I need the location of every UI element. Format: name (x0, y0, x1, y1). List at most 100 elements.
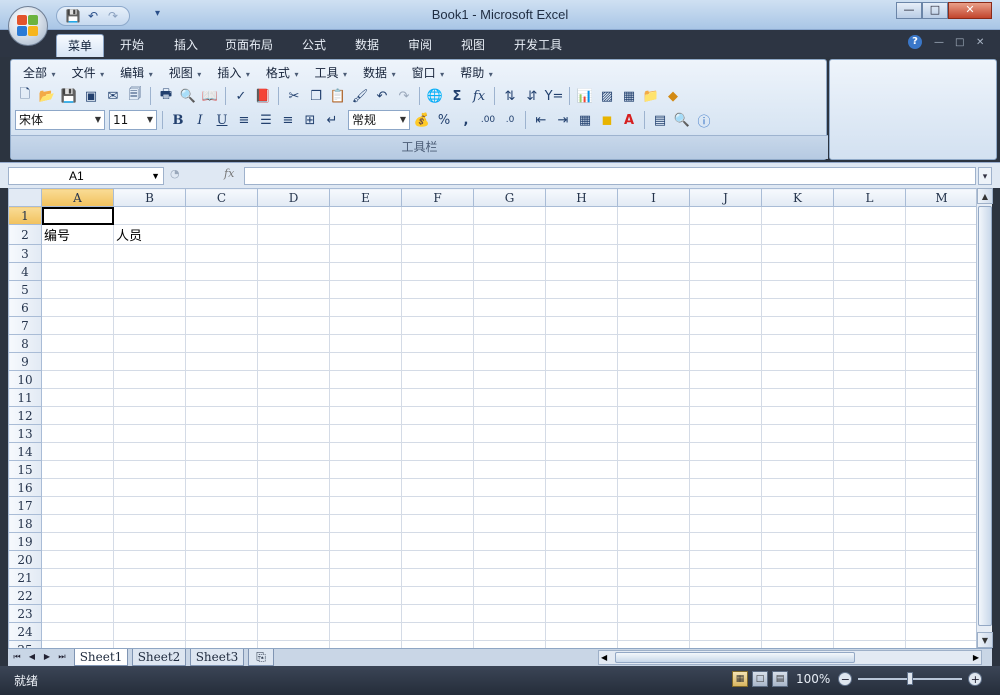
open-folder-icon[interactable]: 📂 (37, 86, 57, 106)
sort-ascending-icon[interactable]: ⇅ (500, 86, 520, 106)
cell-m14[interactable] (905, 442, 976, 461)
cell-d12[interactable] (257, 406, 330, 425)
cell-l13[interactable] (833, 424, 906, 443)
cell-a19[interactable] (41, 532, 114, 551)
cell-l2[interactable] (833, 224, 906, 245)
prev-sheet-icon[interactable]: ◀ (25, 650, 39, 664)
cell-c10[interactable] (185, 370, 258, 389)
row-header-12[interactable]: 12 (8, 406, 42, 425)
cell-h20[interactable] (545, 550, 618, 569)
cell-h10[interactable] (545, 370, 618, 389)
cell-c3[interactable] (185, 244, 258, 263)
cell-e23[interactable] (329, 604, 402, 623)
cell-b23[interactable] (113, 604, 186, 623)
cell-l6[interactable] (833, 298, 906, 317)
row-header-6[interactable]: 6 (8, 298, 42, 317)
row-header-14[interactable]: 14 (8, 442, 42, 461)
cell-c16[interactable] (185, 478, 258, 497)
cell-c4[interactable] (185, 262, 258, 281)
cell-j5[interactable] (689, 280, 762, 299)
cell-d21[interactable] (257, 568, 330, 587)
cell-k6[interactable] (761, 298, 834, 317)
cell-b17[interactable] (113, 496, 186, 515)
cell-m20[interactable] (905, 550, 976, 569)
horizontal-scroll-thumb[interactable] (615, 652, 855, 663)
name-box[interactable]: A1 ▼ (8, 167, 164, 185)
tab-view[interactable]: 视图 (451, 34, 495, 57)
ribbon-minimize-icon[interactable]: — (934, 37, 944, 48)
row-header-2[interactable]: 2 (8, 224, 42, 245)
cell-a4[interactable] (41, 262, 114, 281)
column-header-g[interactable]: G (473, 188, 546, 207)
cell-g7[interactable] (473, 316, 546, 335)
cell-m4[interactable] (905, 262, 976, 281)
cell-f15[interactable] (401, 460, 474, 479)
cell-a10[interactable] (41, 370, 114, 389)
cell-e6[interactable] (329, 298, 402, 317)
cell-k1[interactable] (761, 206, 834, 225)
cell-l15[interactable] (833, 460, 906, 479)
copy-icon[interactable]: ❐ (306, 86, 326, 106)
cell-k12[interactable] (761, 406, 834, 425)
cell-l23[interactable] (833, 604, 906, 623)
align-left-icon[interactable]: ≡ (234, 110, 254, 130)
cell-k22[interactable] (761, 586, 834, 605)
cell-j6[interactable] (689, 298, 762, 317)
cell-c9[interactable] (185, 352, 258, 371)
cell-b13[interactable] (113, 424, 186, 443)
undo-icon[interactable]: ↶ (372, 86, 392, 106)
cell-h19[interactable] (545, 532, 618, 551)
cell-k20[interactable] (761, 550, 834, 569)
cell-j4[interactable] (689, 262, 762, 281)
cell-g6[interactable] (473, 298, 546, 317)
cell-h8[interactable] (545, 334, 618, 353)
cell-g11[interactable] (473, 388, 546, 407)
cell-k5[interactable] (761, 280, 834, 299)
cell-m11[interactable] (905, 388, 976, 407)
cell-m22[interactable] (905, 586, 976, 605)
insert-sheet-icon[interactable]: ⎘ (248, 649, 274, 666)
column-header-e[interactable]: E (329, 188, 402, 207)
cell-e2[interactable] (329, 224, 402, 245)
find-icon[interactable]: 🔍 (672, 110, 692, 130)
cell-a22[interactable] (41, 586, 114, 605)
vertical-scrollbar[interactable]: ▲ ▼ (976, 188, 993, 648)
column-header-i[interactable]: I (617, 188, 690, 207)
cell-g3[interactable] (473, 244, 546, 263)
cell-h15[interactable] (545, 460, 618, 479)
cell-e22[interactable] (329, 586, 402, 605)
cell-j20[interactable] (689, 550, 762, 569)
cell-j12[interactable] (689, 406, 762, 425)
cell-e15[interactable] (329, 460, 402, 479)
fill-color-icon[interactable]: ◼ (597, 110, 617, 130)
cell-b14[interactable] (113, 442, 186, 461)
research-book-icon[interactable]: 📕 (253, 86, 273, 106)
cell-f25[interactable] (401, 640, 474, 648)
preview-icon[interactable]: 🔍 (178, 86, 198, 106)
cell-g5[interactable] (473, 280, 546, 299)
cell-i12[interactable] (617, 406, 690, 425)
row-header-7[interactable]: 7 (8, 316, 42, 335)
cell-c2[interactable] (185, 224, 258, 245)
cell-j21[interactable] (689, 568, 762, 587)
cell-f22[interactable] (401, 586, 474, 605)
cell-j24[interactable] (689, 622, 762, 641)
tab-home[interactable]: 开始 (110, 34, 154, 57)
cell-k19[interactable] (761, 532, 834, 551)
cell-f10[interactable] (401, 370, 474, 389)
cell-c21[interactable] (185, 568, 258, 587)
cell-h24[interactable] (545, 622, 618, 641)
cell-b16[interactable] (113, 478, 186, 497)
cell-c6[interactable] (185, 298, 258, 317)
row-header-4[interactable]: 4 (8, 262, 42, 281)
cell-a5[interactable] (41, 280, 114, 299)
menu-file[interactable]: 文件 ▾ (64, 64, 113, 82)
percent-icon[interactable]: % (434, 110, 454, 130)
cell-l16[interactable] (833, 478, 906, 497)
ribbon-close-icon[interactable]: ✕ (976, 37, 984, 48)
cell-l24[interactable] (833, 622, 906, 641)
cell-j19[interactable] (689, 532, 762, 551)
cell-a1[interactable] (41, 206, 114, 225)
column-header-j[interactable]: J (689, 188, 762, 207)
cell-d9[interactable] (257, 352, 330, 371)
